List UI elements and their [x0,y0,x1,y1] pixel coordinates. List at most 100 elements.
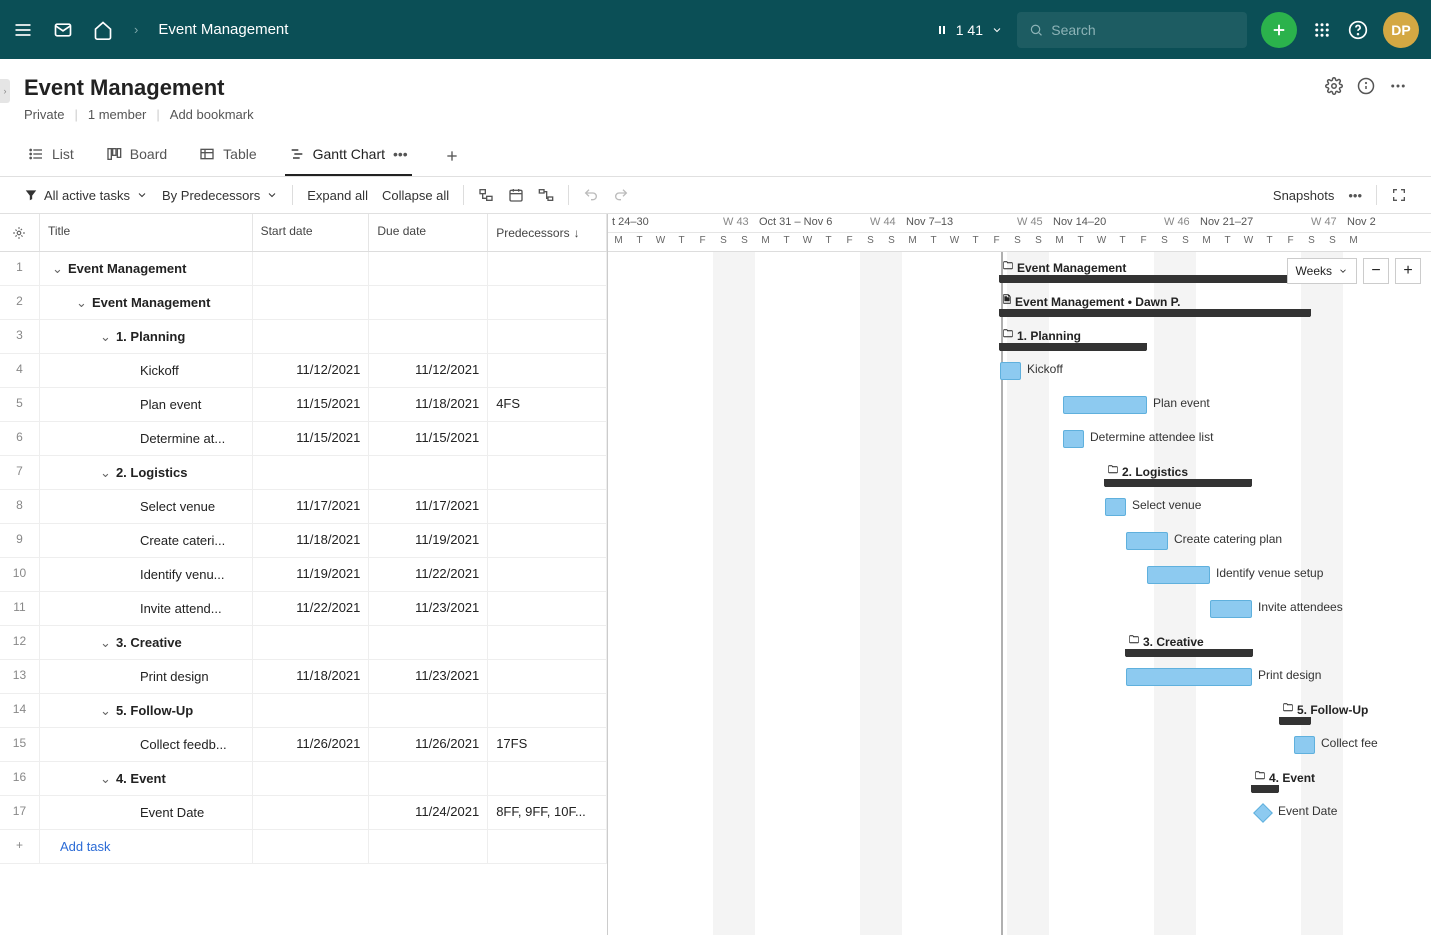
add-bookmark-link[interactable]: Add bookmark [170,107,254,122]
due-date-cell[interactable] [369,456,488,489]
start-date-cell[interactable] [253,456,370,489]
due-date-cell[interactable] [369,762,488,795]
task-row[interactable]: 8Select venue11/17/202111/17/2021 [0,490,607,524]
gantt-group-label[interactable]: 🗎Event Management • Dawn P. [1003,293,1180,310]
due-date-cell[interactable]: 11/18/2021 [369,388,488,421]
task-title-cell[interactable]: Invite attend... [40,592,253,625]
tab-gantt[interactable]: Gantt Chart ••• [285,136,412,176]
due-date-cell[interactable]: 11/24/2021 [369,796,488,829]
page-visibility[interactable]: Private [24,107,64,122]
gantt-summary-bar[interactable] [1252,785,1278,793]
due-date-cell[interactable]: 11/17/2021 [369,490,488,523]
predecessors-cell[interactable]: 17FS [488,728,607,761]
gantt-group-label[interactable]: 🗀4. Event [1255,769,1315,786]
due-date-cell[interactable]: 11/22/2021 [369,558,488,591]
page-members[interactable]: 1 member [88,107,147,122]
start-date-cell[interactable] [253,762,370,795]
predecessors-cell[interactable] [488,524,607,557]
task-title-cell[interactable]: Create cateri... [40,524,253,557]
start-date-cell[interactable]: 11/26/2021 [253,728,370,761]
task-title-cell[interactable]: Identify venu... [40,558,253,591]
start-date-cell[interactable] [253,796,370,829]
start-date-cell[interactable]: 11/22/2021 [253,592,370,625]
info-icon[interactable] [1357,77,1375,95]
predecessors-cell[interactable] [488,626,607,659]
task-row[interactable]: 11Invite attend...11/22/202111/23/2021 [0,592,607,626]
task-title-cell[interactable]: ⌄5. Follow-Up [40,694,253,727]
predecessors-cell[interactable] [488,422,607,455]
task-title-cell[interactable]: ⌄1. Planning [40,320,253,353]
task-row[interactable]: 17Event Date11/24/20218FF, 9FF, 10F... [0,796,607,830]
start-date-cell[interactable]: 11/17/2021 [253,490,370,523]
gantt-task-bar[interactable] [1000,362,1021,380]
gantt-task-bar[interactable] [1210,600,1252,618]
task-row[interactable]: 6Determine at...11/15/202111/15/2021 [0,422,607,456]
expand-all-button[interactable]: Expand all [307,188,368,203]
group-dropdown[interactable]: By Predecessors [162,188,278,203]
task-title-cell[interactable]: ⌄4. Event [40,762,253,795]
task-row[interactable]: 9Create cateri...11/18/202111/19/2021 [0,524,607,558]
add-task-label[interactable]: Add task [40,830,253,863]
tab-table[interactable]: Table [195,136,260,176]
due-date-cell[interactable] [369,252,488,285]
more-icon[interactable] [1389,77,1407,95]
search-input[interactable] [1051,22,1235,38]
gantt-group-label[interactable]: 🗀5. Follow-Up [1283,701,1368,718]
due-date-cell[interactable] [369,286,488,319]
search-box[interactable] [1017,12,1247,48]
col-start[interactable]: Start date [253,214,370,251]
predecessors-cell[interactable]: 4FS [488,388,607,421]
gantt-task-bar[interactable] [1105,498,1126,516]
tab-add-button[interactable] [444,148,460,164]
calendar-icon[interactable] [508,187,524,203]
gantt-chart[interactable]: t 24–30W 43Oct 31 – Nov 6W 44Nov 7–13W 4… [608,214,1431,935]
gantt-task-bar[interactable] [1063,430,1084,448]
predecessors-cell[interactable] [488,456,607,489]
settings-icon[interactable] [1325,77,1343,95]
dependency-icon[interactable] [538,187,554,203]
help-icon[interactable] [1347,19,1369,41]
gantt-group-label[interactable]: 🗀Event Management [1003,259,1126,276]
task-title-cell[interactable]: ⌄Event Management [40,286,253,319]
predecessors-cell[interactable] [488,354,607,387]
gantt-summary-bar[interactable] [1105,479,1251,487]
gantt-summary-bar[interactable] [1000,275,1310,283]
predecessors-cell[interactable] [488,660,607,693]
add-task-row[interactable]: +Add task [0,830,607,864]
start-date-cell[interactable]: 11/18/2021 [253,660,370,693]
due-date-cell[interactable] [369,626,488,659]
chevron-down-icon[interactable]: ⌄ [100,771,112,787]
zoom-out-button[interactable]: − [1363,258,1389,284]
add-button[interactable] [1261,12,1297,48]
task-row[interactable]: 7⌄2. Logistics [0,456,607,490]
gantt-summary-bar[interactable] [1000,343,1146,351]
task-row[interactable]: 16⌄4. Event [0,762,607,796]
col-due[interactable]: Due date [369,214,488,251]
predecessors-cell[interactable] [488,490,607,523]
gantt-summary-bar[interactable] [1000,309,1310,317]
tab-gantt-more-icon[interactable]: ••• [393,146,408,162]
col-pred[interactable]: Predecessors↓ [488,214,607,251]
mail-icon[interactable] [52,19,74,41]
gantt-summary-bar[interactable] [1280,717,1310,725]
toolbar-more-icon[interactable]: ••• [1348,188,1362,203]
task-row[interactable]: 13Print design11/18/202111/23/2021 [0,660,607,694]
task-row[interactable]: 3⌄1. Planning [0,320,607,354]
task-row[interactable]: 4Kickoff11/12/202111/12/2021 [0,354,607,388]
due-date-cell[interactable]: 11/15/2021 [369,422,488,455]
start-date-cell[interactable]: 11/19/2021 [253,558,370,591]
apps-icon[interactable] [1311,19,1333,41]
chevron-down-icon[interactable]: ⌄ [76,295,88,311]
task-title-cell[interactable]: Print design [40,660,253,693]
predecessors-cell[interactable] [488,320,607,353]
gantt-group-label[interactable]: 🗀2. Logistics [1108,463,1188,480]
gantt-task-bar[interactable] [1147,566,1210,584]
task-row[interactable]: 12⌄3. Creative [0,626,607,660]
due-date-cell[interactable]: 11/26/2021 [369,728,488,761]
predecessors-cell[interactable] [488,592,607,625]
predecessors-cell[interactable] [488,558,607,591]
task-title-cell[interactable]: Collect feedb... [40,728,253,761]
predecessors-cell[interactable] [488,252,607,285]
snapshots-button[interactable]: Snapshots [1273,188,1334,203]
predecessors-cell[interactable] [488,286,607,319]
